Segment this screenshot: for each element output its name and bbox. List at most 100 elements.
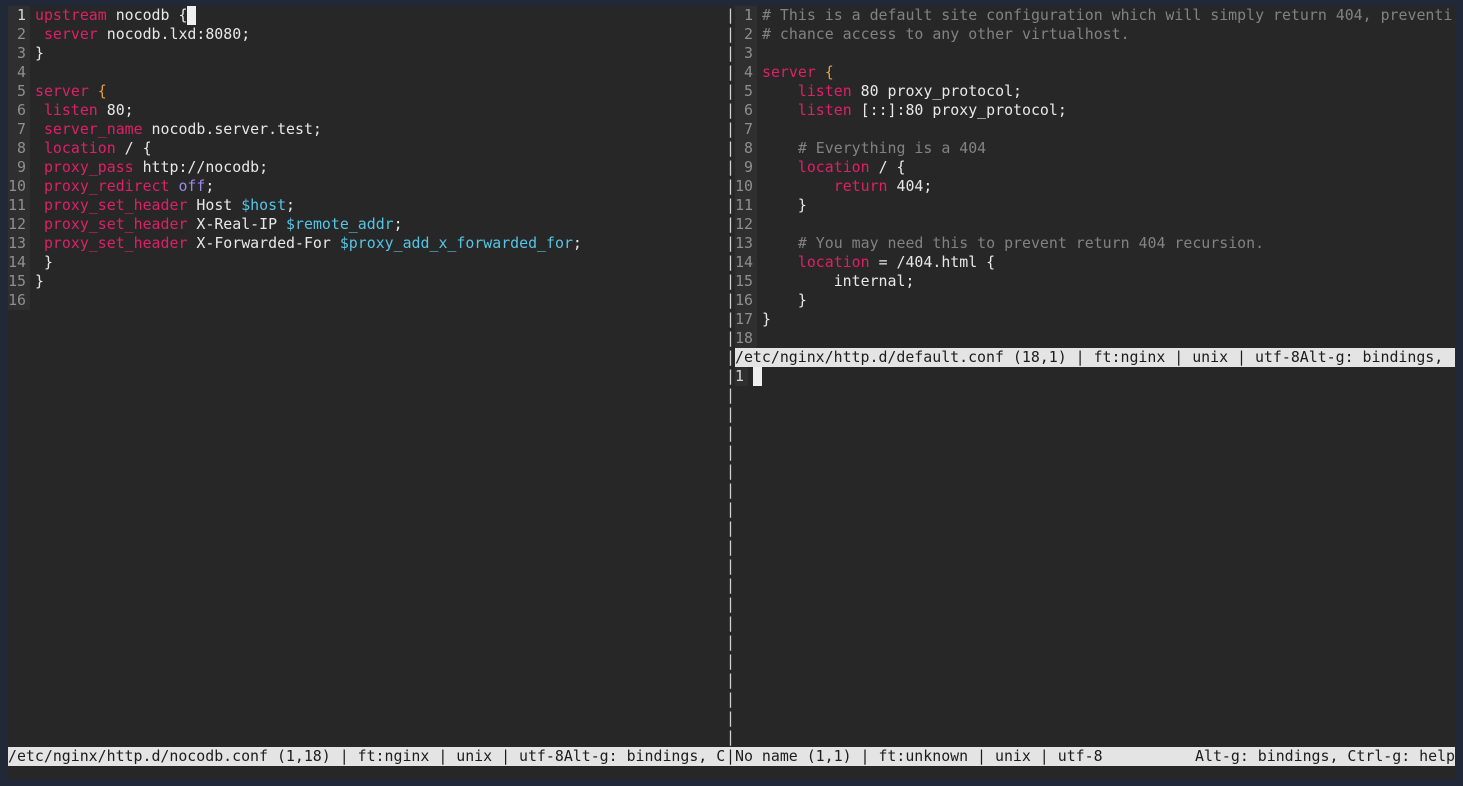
statusbar-no-name-info: No name (1,1) | ft:unknown | unix | utf-… — [735, 747, 1103, 766]
statusbar-default-conf: /etc/nginx/http.d/default.conf (18,1) | … — [735, 348, 1455, 367]
code-line: } — [35, 253, 53, 272]
divider-glyph: | — [726, 63, 735, 82]
divider-glyph: | — [726, 424, 735, 443]
default-line-6[interactable]: 6 listen [::]:80 proxy_protocol; — [735, 101, 1455, 120]
code-line: } — [762, 196, 807, 215]
statusbar-no-name: No name (1,1) | ft:unknown | unix | utf-… — [735, 747, 1455, 766]
default-line-17[interactable]: 17} — [735, 310, 1455, 329]
line-number: 3 — [8, 44, 30, 63]
divider-glyph: | — [726, 633, 735, 652]
terminal-screen: 1upstream nocodb {2 server nocodb.lxd:80… — [0, 0, 1463, 786]
default-line-5[interactable]: 5 listen 80 proxy_protocol; — [735, 82, 1455, 101]
line-number: 1 — [735, 6, 757, 25]
code-line: } — [35, 44, 44, 63]
default-line-15[interactable]: 15 internal; — [735, 272, 1455, 291]
code-line: # chance access to any other virtualhost… — [762, 25, 1130, 44]
default-line-14[interactable]: 14 location = /404.html { — [735, 253, 1455, 272]
line-number: 9 — [8, 158, 30, 177]
divider-glyph: | — [726, 443, 735, 462]
editor-content: 1upstream nocodb {2 server nocodb.lxd:80… — [8, 6, 1455, 779]
nocodb-line-8[interactable]: 8 location / { — [8, 139, 726, 158]
default-line-2[interactable]: 2 # chance access to any other virtualhos… — [735, 25, 1455, 44]
nocodb-line-13[interactable]: 13 proxy_set_header X-Forwarded-For $pro… — [8, 234, 726, 253]
code-line: proxy_redirect off; — [35, 177, 214, 196]
text-cursor — [753, 367, 762, 386]
line-number: 6 — [735, 101, 757, 120]
default-line-4[interactable]: 4server { — [735, 63, 1455, 82]
line-number: 16 — [735, 291, 757, 310]
divider-glyph: | — [726, 82, 735, 101]
line-number: 17 — [735, 310, 757, 329]
code-line: } — [35, 272, 44, 291]
nocodb-line-16[interactable]: 16 — [8, 291, 726, 310]
pane-default-conf[interactable]: 1 # This is a default site configuration … — [735, 6, 1455, 348]
divider-glyph: | — [726, 291, 735, 310]
default-line-11[interactable]: 11 } — [735, 196, 1455, 215]
default-line-12[interactable]: 12 — [735, 215, 1455, 234]
code-line: proxy_set_header Host $host; — [35, 196, 295, 215]
line-number: 5 — [735, 82, 757, 101]
nocodb-line-4[interactable]: 4 — [8, 63, 726, 82]
nocodb-line-11[interactable]: 11 proxy_set_header Host $host; — [8, 196, 726, 215]
statusbar-nocodb-conf: /etc/nginx/http.d/nocodb.conf (1,18) | f… — [8, 747, 726, 766]
line-number: 12 — [8, 215, 30, 234]
line-number: 1 — [8, 6, 30, 25]
default-line-18[interactable]: 18 — [735, 329, 1455, 348]
line-number: 13 — [8, 234, 30, 253]
line-number: 18 — [735, 329, 757, 348]
noname-line-1[interactable]: 1 — [735, 367, 1455, 386]
nocodb-line-5[interactable]: 5server { — [8, 82, 726, 101]
nocodb-line-2[interactable]: 2 server nocodb.lxd:8080; — [8, 25, 726, 44]
pane-nocodb-conf[interactable]: 1upstream nocodb {2 server nocodb.lxd:80… — [8, 6, 726, 747]
divider-glyph: | — [726, 500, 735, 519]
code-line: proxy_pass http://nocodb; — [35, 158, 268, 177]
divider-glyph: | — [726, 519, 735, 538]
default-line-10[interactable]: 10 return 404; — [735, 177, 1455, 196]
line-number: 2 — [735, 25, 757, 44]
code-line: server { — [35, 82, 107, 101]
code-line: proxy_set_header X-Forwarded-For $proxy_… — [35, 234, 582, 253]
text-cursor — [187, 6, 196, 25]
nocodb-line-7[interactable]: 7 server_name nocodb.server.test; — [8, 120, 726, 139]
code-line: listen 80 proxy_protocol; — [762, 82, 1022, 101]
code-line: # This is a default site configuration w… — [762, 6, 1452, 25]
nocodb-line-6[interactable]: 6 listen 80; — [8, 101, 726, 120]
divider-glyph: | — [726, 139, 735, 158]
line-number: 7 — [735, 120, 757, 139]
nocodb-line-3[interactable]: 3} — [8, 44, 726, 63]
divider-glyph: | — [726, 25, 735, 44]
line-number: 15 — [735, 272, 757, 291]
line-number: 11 — [8, 196, 30, 215]
code-line: } — [762, 291, 807, 310]
nocodb-line-12[interactable]: 12 proxy_set_header X-Real-IP $remote_ad… — [8, 215, 726, 234]
divider-glyph: | — [726, 690, 735, 709]
default-line-13[interactable]: 13 # You may need this to prevent return… — [735, 234, 1455, 253]
default-line-8[interactable]: 8 # Everything is a 404 — [735, 139, 1455, 158]
nocodb-line-14[interactable]: 14 } — [8, 253, 726, 272]
line-number: 3 — [735, 44, 757, 63]
code-line — [753, 367, 762, 386]
statusbar-bottom-row: /etc/nginx/http.d/nocodb.conf (1,18) | f… — [8, 747, 1455, 766]
line-number: 2 — [8, 25, 30, 44]
line-number: 14 — [735, 253, 757, 272]
line-number: 7 — [8, 120, 30, 139]
divider-glyph: | — [726, 557, 735, 576]
default-line-7[interactable]: 7 — [735, 120, 1455, 139]
default-line-1[interactable]: 1 # This is a default site configuration … — [735, 6, 1455, 25]
divider-glyph: | — [726, 576, 735, 595]
default-line-9[interactable]: 9 location / { — [735, 158, 1455, 177]
nocodb-line-10[interactable]: 10 proxy_redirect off; — [8, 177, 726, 196]
code-line: location / { — [762, 158, 905, 177]
default-line-16[interactable]: 16 } — [735, 291, 1455, 310]
nocodb-line-9[interactable]: 9 proxy_pass http://nocodb; — [8, 158, 726, 177]
code-line: proxy_set_header X-Real-IP $remote_addr; — [35, 215, 403, 234]
divider-glyph: | — [726, 367, 735, 386]
divider-glyph: | — [726, 652, 735, 671]
nocodb-line-15[interactable]: 15} — [8, 272, 726, 291]
pane-no-name[interactable]: 1 — [735, 367, 1455, 747]
default-line-3[interactable]: 3 — [735, 44, 1455, 63]
line-number: 10 — [735, 177, 757, 196]
vertical-split-divider: ||||||||||||||||||||||||||||||||||||||| — [726, 6, 735, 747]
command-line[interactable] — [8, 766, 1455, 779]
nocodb-line-1[interactable]: 1upstream nocodb { — [8, 6, 726, 25]
